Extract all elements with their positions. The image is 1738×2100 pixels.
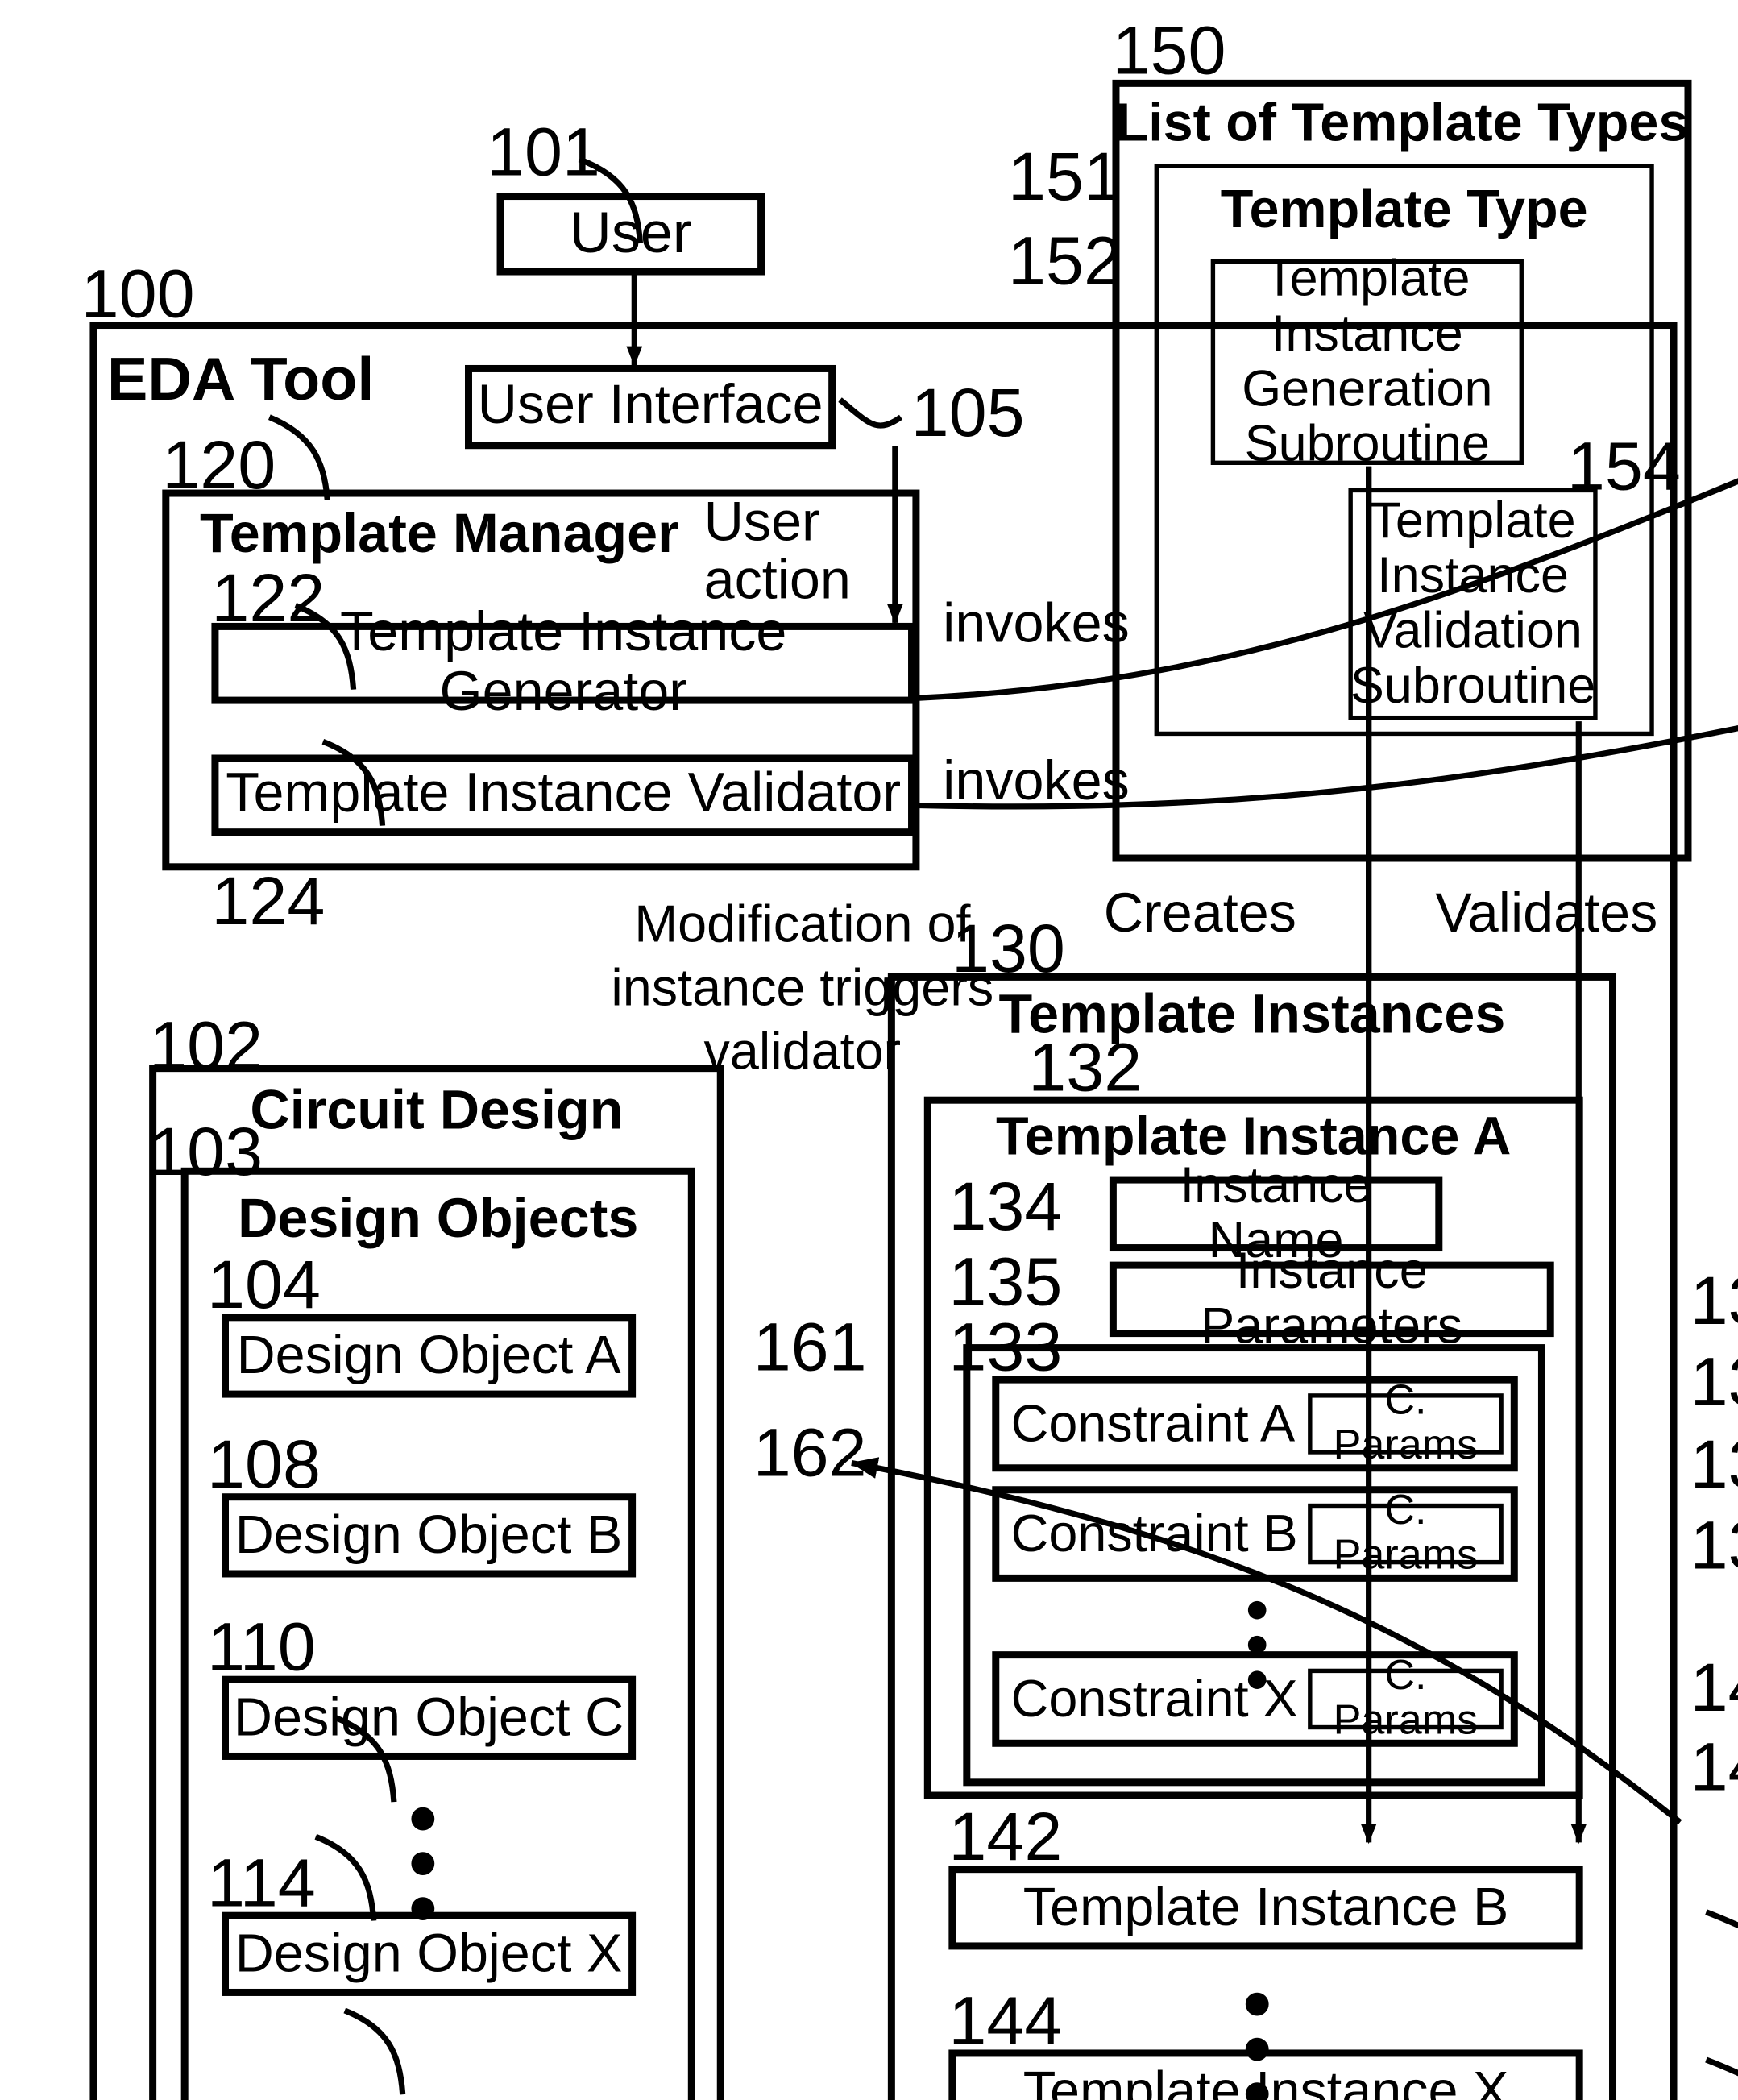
- invokes-validation-label: invokes: [943, 751, 1130, 813]
- template-type-label: Template Type: [1220, 179, 1588, 239]
- user-label: User: [569, 201, 692, 265]
- ref-103: 103: [149, 1112, 263, 1189]
- generation-subroutine-label: Template Instance Generation Subroutine: [1242, 251, 1493, 472]
- patent-figure: User 101 EDA Tool 100 User Interface 105…: [0, 0, 1738, 2100]
- ref-151: 151: [1008, 137, 1122, 215]
- ref-104: 104: [207, 1245, 321, 1323]
- ref-122: 122: [211, 558, 326, 637]
- ref-108: 108: [207, 1425, 321, 1503]
- ref-162: 162: [753, 1413, 867, 1491]
- template-instance-validator-label: Template Instance Validator: [226, 764, 902, 825]
- constraint-b-params-label: C. Params: [1333, 1487, 1479, 1579]
- design-object-b-label: Design Object B: [234, 1504, 623, 1565]
- ref-105: 105: [910, 373, 1025, 451]
- constraint-x-params-label: C. Params: [1333, 1652, 1479, 1745]
- ref-134: 134: [948, 1167, 1063, 1245]
- ref-132: 132: [1028, 1028, 1143, 1106]
- validation-subroutine-label: Template Instance Validation Subroutine: [1350, 492, 1596, 714]
- ref-161: 161: [753, 1308, 867, 1385]
- validates-label: Validates: [1435, 883, 1658, 944]
- creates-label: Creates: [1103, 883, 1296, 944]
- ref-139: 139: [1690, 1506, 1738, 1583]
- ref-141: 141: [1690, 1728, 1738, 1805]
- ref-114: 114: [207, 1844, 316, 1921]
- ref-120: 120: [162, 425, 276, 503]
- constraint-a-label: Constraint A: [1010, 1393, 1296, 1453]
- ref-110: 110: [207, 1608, 316, 1685]
- design-object-x-label: Design Object X: [234, 1924, 623, 1983]
- ref-101: 101: [486, 113, 600, 190]
- ref-102: 102: [149, 1006, 263, 1084]
- template-instances-label: Template Instances: [998, 985, 1506, 1046]
- instance-name-label: Instance Name: [1180, 1157, 1372, 1269]
- constraint-x-label: Constraint X: [1010, 1668, 1298, 1729]
- ref-144: 144: [948, 1981, 1063, 2059]
- user-action-label: User action: [703, 492, 851, 612]
- template-manager-label: Template Manager: [200, 504, 679, 566]
- ref-150: 150: [1112, 11, 1226, 89]
- eda-tool-label: EDA Tool: [107, 344, 375, 413]
- constraint-a-params-label: C. Params: [1333, 1376, 1479, 1469]
- ref-136: 136: [1690, 1261, 1738, 1338]
- design-object-a-label: Design Object A: [236, 1325, 621, 1385]
- ref-124: 124: [211, 861, 326, 939]
- design-object-c-label: Design Object C: [233, 1687, 624, 1747]
- ref-100: 100: [81, 255, 195, 332]
- constraint-b-label: Constraint B: [1010, 1503, 1298, 1563]
- ref-140: 140: [1690, 1648, 1738, 1725]
- template-instance-b-label: Template Instance B: [1022, 1877, 1509, 1937]
- ref-152: 152: [1008, 222, 1122, 299]
- user-interface-label: User Interface: [477, 376, 823, 437]
- list-of-template-types-label: List of Template Types: [1115, 93, 1689, 152]
- design-objects-label: Design Objects: [238, 1189, 639, 1251]
- instance-parameters-label: Instance Parameters: [1201, 1243, 1463, 1355]
- design-objects-ellipsis: • • •: [409, 1771, 438, 1953]
- ref-133: 133: [948, 1308, 1063, 1385]
- ref-138: 138: [1690, 1425, 1738, 1503]
- ref-130: 130: [951, 909, 1065, 987]
- invokes-generation-label: invokes: [943, 593, 1130, 655]
- ref-135: 135: [948, 1243, 1063, 1320]
- ref-154: 154: [1566, 427, 1681, 504]
- ref-142: 142: [948, 1797, 1063, 1874]
- ref-137: 137: [1690, 1343, 1738, 1420]
